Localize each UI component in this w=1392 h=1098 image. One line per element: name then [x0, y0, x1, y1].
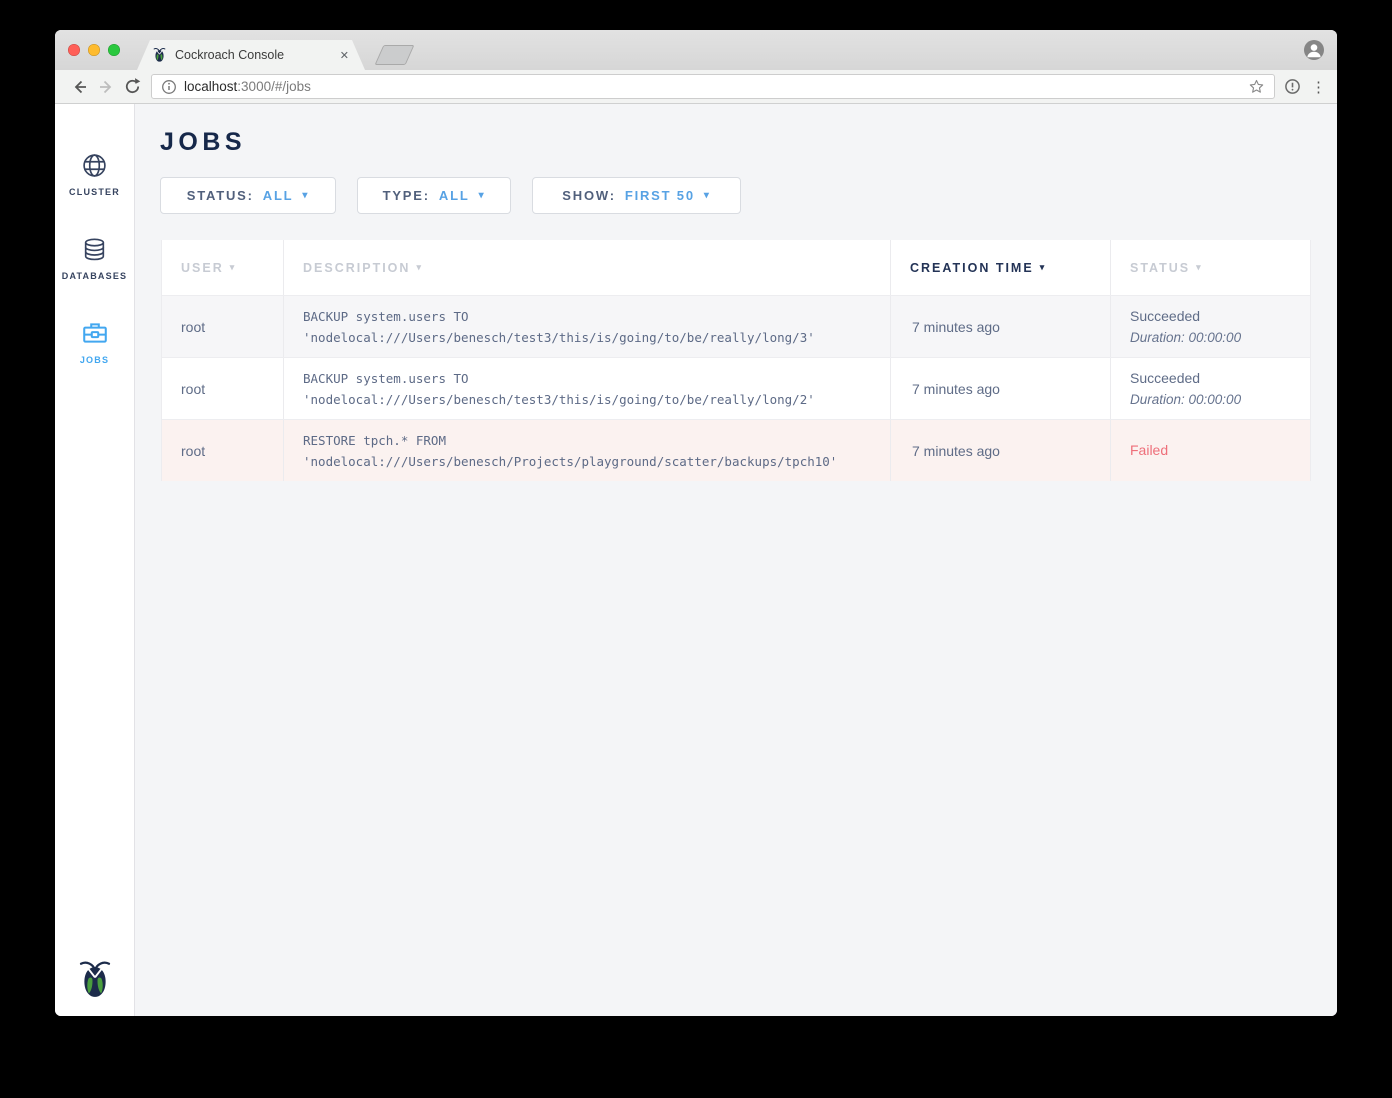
cockroach-favicon-icon [153, 47, 166, 63]
cockroach-logo-icon [78, 959, 112, 1000]
filter-value: ALL [439, 188, 470, 203]
browser-window: Cockroach Console ✕ [55, 30, 1337, 1016]
jobs-table: USER▾ DESCRIPTION▾ CREATION TIME▾ STATUS… [161, 240, 1311, 481]
forward-icon[interactable] [93, 74, 119, 100]
url-path: :3000/#/jobs [237, 79, 311, 94]
status-text: Failed [1130, 440, 1312, 461]
traffic-lights [68, 44, 120, 56]
url-text: localhost:3000/#/jobs [184, 79, 311, 94]
table-body: root BACKUP system.users TO 'nodelocal:/… [162, 295, 1310, 481]
sidebar-item-label: JOBS [80, 355, 109, 365]
column-header-creation-time[interactable]: CREATION TIME▾ [891, 240, 1111, 295]
sidebar-item-jobs[interactable]: JOBS [55, 300, 134, 384]
filter-value: FIRST 50 [625, 188, 695, 203]
sort-caret-icon: ▾ [230, 262, 237, 273]
status-duration: Duration: 00:00:00 [1130, 327, 1312, 348]
table-row: root BACKUP system.users TO 'nodelocal:/… [162, 357, 1310, 419]
table-header: USER▾ DESCRIPTION▾ CREATION TIME▾ STATUS… [162, 240, 1310, 295]
globe-icon [81, 152, 108, 179]
filter-value: ALL [263, 188, 294, 203]
sidebar-item-label: DATABASES [62, 271, 127, 281]
sidebar-item-cluster[interactable]: CLUSTER [55, 132, 134, 216]
status-duration: Duration: 00:00:00 [1130, 389, 1312, 410]
job-status: Succeeded Duration: 00:00:00 [1111, 296, 1312, 357]
job-description: BACKUP system.users TO 'nodelocal:///Use… [284, 296, 891, 357]
filter-label: TYPE: [383, 188, 430, 203]
browser-menu-icon[interactable]: ⋮ [1311, 78, 1325, 96]
sort-caret-icon: ▾ [416, 262, 423, 273]
job-creation-time: 7 minutes ago [891, 296, 1111, 357]
sort-caret-icon: ▾ [1040, 262, 1047, 273]
database-icon [81, 236, 108, 263]
toolbar-right: ⋮ [1284, 78, 1325, 96]
sidebar: CLUSTER DATABASES [55, 104, 135, 1016]
filter-label: STATUS: [187, 188, 254, 203]
job-status: Failed [1111, 420, 1312, 481]
column-header-user[interactable]: USER▾ [162, 240, 284, 295]
table-row: root RESTORE tpch.* FROM 'nodelocal:///U… [162, 419, 1310, 481]
browser-tab[interactable]: Cockroach Console ✕ [137, 40, 365, 70]
chevron-down-icon: ▾ [479, 190, 486, 201]
minimize-window-button[interactable] [88, 44, 100, 56]
profile-avatar-icon[interactable] [1304, 40, 1324, 60]
job-user: root [162, 296, 284, 357]
job-user: root [162, 358, 284, 419]
page-title: JOBS [160, 128, 1337, 156]
table-row: root BACKUP system.users TO 'nodelocal:/… [162, 295, 1310, 357]
sidebar-item-label: CLUSTER [69, 187, 120, 197]
job-creation-time: 7 minutes ago [891, 358, 1111, 419]
status-text: Succeeded [1130, 368, 1312, 389]
address-bar[interactable]: localhost:3000/#/jobs [151, 74, 1275, 99]
column-header-status[interactable]: STATUS▾ [1111, 240, 1312, 295]
page-info-icon[interactable] [161, 79, 177, 95]
page-content: CLUSTER DATABASES [55, 104, 1337, 1016]
window-titlebar: Cockroach Console ✕ [55, 30, 1337, 70]
url-host: localhost [184, 79, 237, 94]
chevron-down-icon: ▾ [302, 190, 309, 201]
job-creation-time: 7 minutes ago [891, 420, 1111, 481]
show-filter-dropdown[interactable]: SHOW: FIRST 50 ▾ [532, 177, 741, 214]
back-icon[interactable] [67, 74, 93, 100]
sidebar-item-databases[interactable]: DATABASES [55, 216, 134, 300]
browser-toolbar: localhost:3000/#/jobs ⋮ [55, 70, 1337, 104]
status-text: Succeeded [1130, 306, 1312, 327]
close-window-button[interactable] [68, 44, 80, 56]
briefcase-icon [81, 319, 109, 347]
tab-title: Cockroach Console [175, 48, 340, 62]
filter-label: SHOW: [562, 188, 616, 203]
type-filter-dropdown[interactable]: TYPE: ALL ▾ [357, 177, 511, 214]
job-description: BACKUP system.users TO 'nodelocal:///Use… [284, 358, 891, 419]
sort-caret-icon: ▾ [1196, 262, 1203, 273]
status-filter-dropdown[interactable]: STATUS: ALL ▾ [160, 177, 336, 214]
tab-close-icon[interactable]: ✕ [340, 49, 349, 62]
job-status: Succeeded Duration: 00:00:00 [1111, 358, 1312, 419]
bookmark-star-icon[interactable] [1248, 78, 1265, 95]
reload-icon[interactable] [119, 74, 145, 100]
column-header-description[interactable]: DESCRIPTION▾ [284, 240, 891, 295]
chevron-down-icon: ▾ [704, 190, 711, 201]
new-tab-button[interactable] [375, 45, 415, 65]
filter-bar: STATUS: ALL ▾ TYPE: ALL ▾ SHOW: FIRST 50… [160, 177, 1337, 214]
job-user: root [162, 420, 284, 481]
extension-icon[interactable] [1284, 78, 1301, 95]
zoom-window-button[interactable] [108, 44, 120, 56]
job-description: RESTORE tpch.* FROM 'nodelocal:///Users/… [284, 420, 891, 481]
jobs-page: JOBS STATUS: ALL ▾ TYPE: ALL ▾ SHOW: FIR… [135, 104, 1337, 1016]
